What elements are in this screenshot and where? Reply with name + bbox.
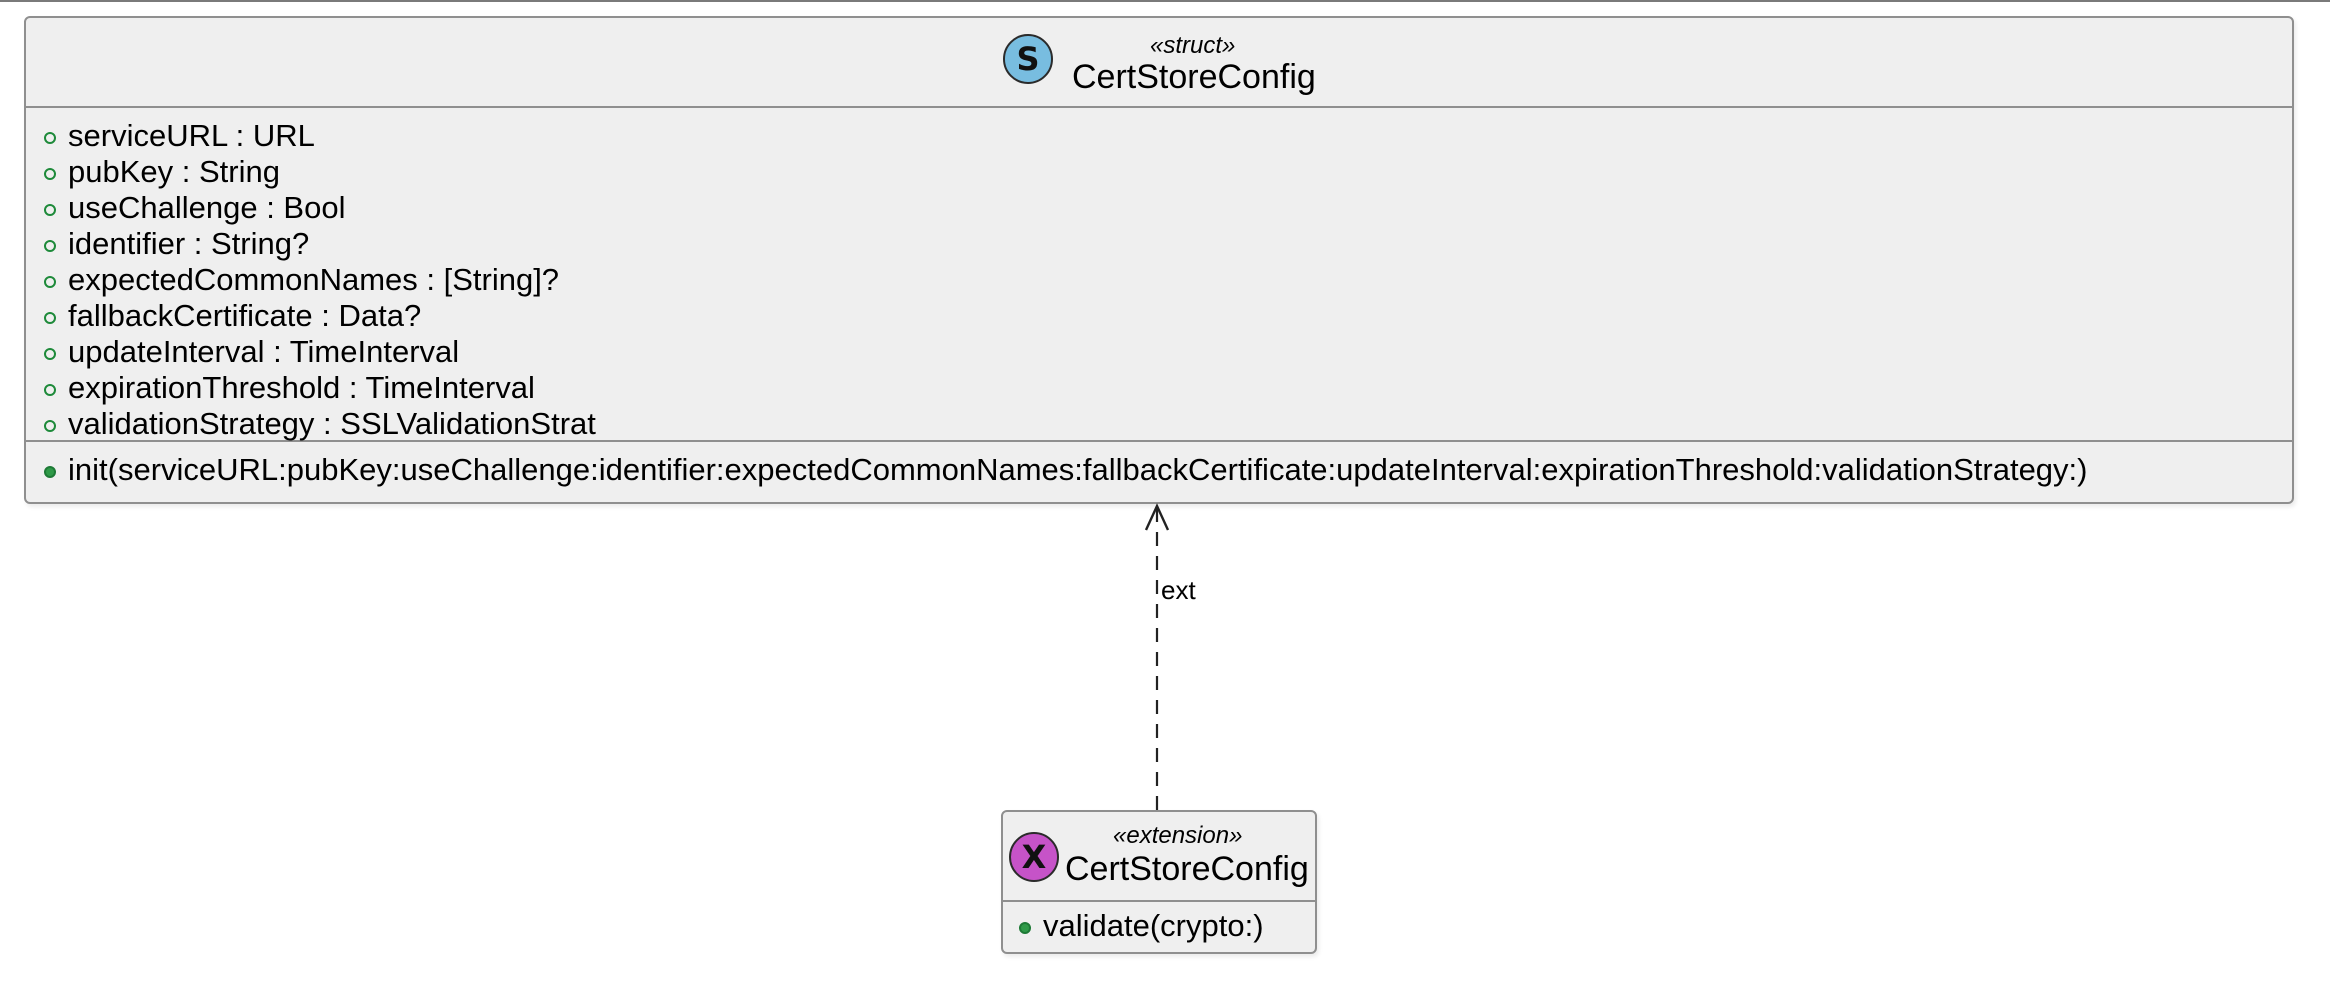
- ext-relation-label: ext: [1161, 575, 1196, 605]
- extension-badge-icon: X: [1009, 832, 1059, 882]
- extension-class-box[interactable]: X «extension» CertStoreConfig validate(c…: [1001, 810, 1317, 954]
- extension-stereotype: «extension»: [1113, 822, 1243, 849]
- extension-class-name: CertStoreConfig: [1065, 850, 1309, 888]
- method-text: validate(crypto:): [1043, 908, 1264, 943]
- public-method-icon: [1019, 922, 1031, 934]
- extension-methods-section: validate(crypto:): [1003, 902, 1315, 954]
- extension-class-header: X «extension» CertStoreConfig: [1003, 812, 1315, 902]
